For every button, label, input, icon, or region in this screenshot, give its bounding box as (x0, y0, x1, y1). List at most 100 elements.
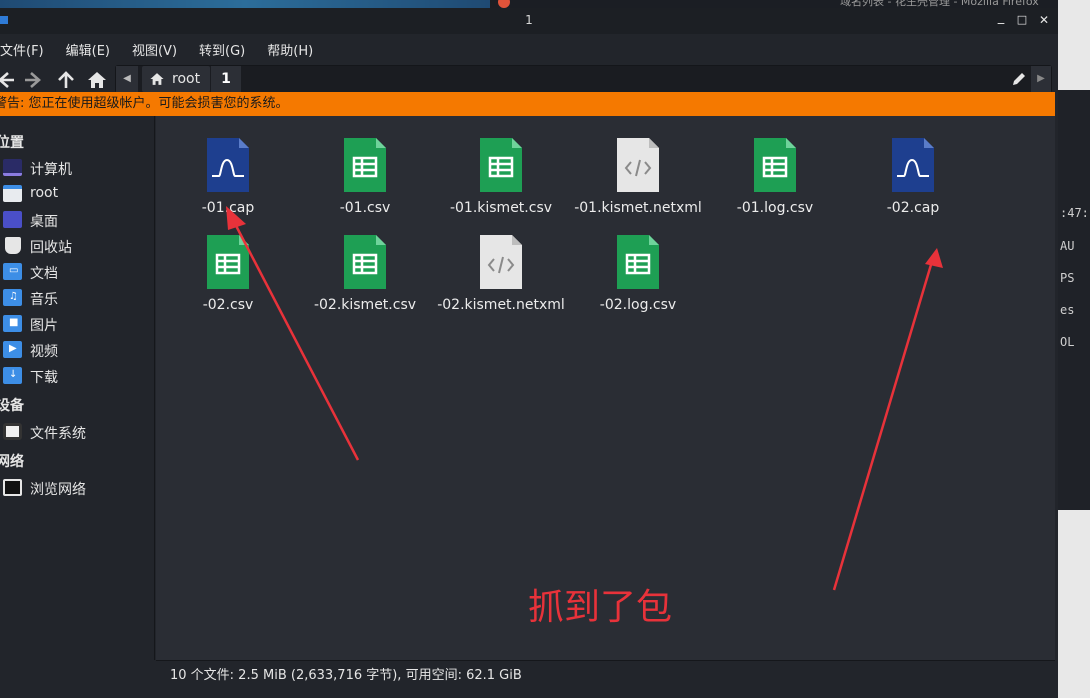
sidebar-item-label: 文件系统 (30, 426, 86, 442)
network-heading: 网络 (0, 454, 24, 470)
path-current-button[interactable]: 1 (211, 66, 241, 92)
sidebar-item-music[interactable]: ♫ 音乐 (0, 286, 155, 310)
file-item[interactable]: -02.csv (163, 235, 293, 313)
network-icon (3, 479, 22, 496)
path-root-label: root (172, 71, 201, 87)
path-bar: ◀ root 1 ▶ (115, 65, 1052, 93)
file-item[interactable]: -01.kismet.netxml (573, 138, 703, 216)
file-name: -02.cap (886, 200, 940, 216)
menu-edit[interactable]: 编辑(E) (60, 40, 110, 59)
path-scroll-right-button[interactable]: ▶ (1031, 66, 1051, 92)
background-terminal: :47: AU PS es OL (1058, 0, 1090, 698)
terminal-line: es (1060, 303, 1075, 317)
sidebar-item-desktop[interactable]: 桌面 (0, 208, 155, 232)
spreadsheet-file-icon (754, 138, 796, 192)
xml-file-icon (480, 235, 522, 289)
sidebar-item-label: 计算机 (30, 162, 72, 178)
places-heading: 位置 (0, 135, 24, 151)
terminal-line: OL (1060, 335, 1075, 349)
sidebar-item-label: root (30, 185, 59, 201)
file-item[interactable]: -01.csv (300, 138, 430, 216)
terminal-area (1058, 90, 1090, 510)
sidebar-item-pictures[interactable]: ■ 图片 (0, 312, 155, 336)
root-warning-bar: 警告: 您正在使用超级帐户。可能会损害您的系统。 (0, 92, 1055, 116)
spreadsheet-file-icon (344, 235, 386, 289)
xml-file-icon (617, 138, 659, 192)
file-item[interactable]: -02.kismet.csv (300, 235, 430, 313)
menu-file[interactable]: 文件(F) (0, 40, 44, 59)
sidebar-item-downloads[interactable]: ↓ 下载 (0, 364, 155, 388)
sidebar-item-label: 文档 (30, 266, 58, 282)
menu-view[interactable]: 视图(V) (126, 40, 177, 59)
desktop-wallpaper-strip (0, 0, 490, 8)
file-name: -02.kismet.csv (313, 297, 417, 313)
file-item[interactable]: -02.cap (848, 138, 978, 216)
sidebar-item-computer[interactable]: 计算机 (0, 156, 155, 180)
back-arrow-icon[interactable] (0, 69, 16, 91)
desktop-icon (3, 211, 22, 228)
capture-file-icon (892, 138, 934, 192)
annotation-text: 抓到了包 (528, 587, 673, 628)
sidebar-item-filesystem[interactable]: 文件系统 (0, 420, 155, 444)
documents-folder-icon: ▭ (3, 263, 22, 280)
sidebar-item-label: 浏览网络 (30, 482, 86, 498)
music-folder-icon: ♫ (3, 289, 22, 306)
home-icon[interactable] (86, 69, 108, 91)
terminal-line: PS (1060, 271, 1075, 285)
menu-bar: 文件(F) 编辑(E) 视图(V) 转到(G) 帮助(H) (0, 34, 1058, 64)
file-name: -01.cap (201, 200, 255, 216)
sidebar-item-browse-network[interactable]: 浏览网络 (0, 476, 155, 500)
file-name: -02.kismet.netxml (437, 297, 565, 313)
file-item[interactable]: -01.cap (163, 138, 293, 216)
spreadsheet-file-icon (344, 138, 386, 192)
status-text: 10 个文件: 2.5 MiB (2,633,716 字节), 可用空间: 62… (170, 668, 522, 683)
window-title: 1 (525, 13, 533, 27)
close-button[interactable]: ✕ (1036, 12, 1052, 28)
terminal-line: AU (1060, 239, 1075, 253)
file-name: -01.csv (339, 200, 391, 216)
minimize-button[interactable]: _ (993, 10, 1009, 26)
path-scroll-left-button[interactable]: ◀ (116, 66, 138, 92)
file-item[interactable]: -01.kismet.csv (436, 138, 566, 216)
trash-icon (5, 237, 21, 254)
file-item[interactable]: -01.log.csv (710, 138, 840, 216)
sidebar-item-label: 图片 (30, 318, 58, 334)
videos-folder-icon: ▶ (3, 341, 22, 358)
warning-text: 警告: 您正在使用超级帐户。可能会损害您的系统。 (0, 96, 289, 111)
pencil-icon[interactable] (1011, 71, 1027, 87)
capture-file-icon (207, 138, 249, 192)
spreadsheet-file-icon (207, 235, 249, 289)
file-item[interactable]: -02.kismet.netxml (436, 235, 566, 313)
drive-icon (3, 423, 22, 440)
sidebar-item-documents[interactable]: ▭ 文档 (0, 260, 155, 284)
sidebar-item-label: 回收站 (30, 240, 72, 256)
home-folder-icon (3, 185, 22, 202)
sidebar-item-label: 下载 (30, 370, 58, 386)
menu-help[interactable]: 帮助(H) (261, 40, 313, 59)
file-name: -01.log.csv (736, 200, 814, 216)
sidebar-item-root[interactable]: root (0, 182, 155, 206)
title-bar[interactable]: 1 _ □ ✕ (0, 8, 1058, 34)
sidebar-item-label: 视频 (30, 344, 58, 360)
file-name: -01.kismet.csv (449, 200, 553, 216)
downloads-folder-icon: ↓ (3, 367, 22, 384)
sidebar-item-label: 音乐 (30, 292, 58, 308)
file-name: -01.kismet.netxml (574, 200, 702, 216)
path-root-button[interactable]: root (142, 66, 210, 92)
spreadsheet-file-icon (617, 235, 659, 289)
pictures-folder-icon: ■ (3, 315, 22, 332)
menu-go[interactable]: 转到(G) (193, 40, 245, 59)
terminal-line: :47: (1060, 206, 1089, 220)
up-arrow-icon[interactable] (55, 69, 77, 91)
computer-icon (3, 159, 22, 176)
sidebar: 位置 计算机 root 桌面 回收站 ▭ 文档 ♫ 音乐 ■ 图片 ▶ 视频 ↓… (0, 116, 155, 660)
status-bar: 10 个文件: 2.5 MiB (2,633,716 字节), 可用空间: 62… (156, 660, 1055, 690)
sidebar-item-videos[interactable]: ▶ 视频 (0, 338, 155, 362)
file-item[interactable]: -02.log.csv (573, 235, 703, 313)
sidebar-item-label: 桌面 (30, 214, 58, 230)
sidebar-item-trash[interactable]: 回收站 (0, 234, 155, 258)
spreadsheet-file-icon (480, 138, 522, 192)
maximize-button[interactable]: □ (1014, 12, 1030, 28)
forward-arrow-icon[interactable] (23, 69, 45, 91)
devices-heading: 设备 (0, 398, 24, 414)
